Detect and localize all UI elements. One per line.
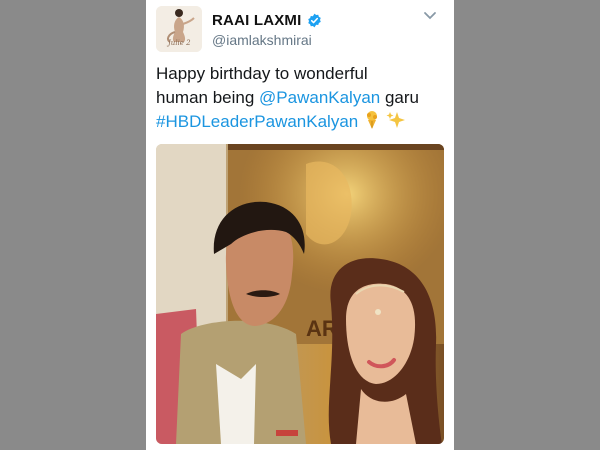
mention-link[interactable]: @PawanKalyan bbox=[259, 88, 380, 107]
tweet-text: Happy birthday to wonderful human being … bbox=[156, 62, 448, 137]
avatar-caption: Julie 2 bbox=[168, 39, 191, 47]
chevron-down-icon[interactable] bbox=[423, 11, 437, 21]
handle[interactable]: @iamlakshmirai bbox=[212, 32, 312, 48]
bouquet-emoji-icon bbox=[363, 110, 381, 137]
verified-badge-icon bbox=[307, 13, 322, 28]
tweet-card: Julie 2 RAAI LAXMI @iamlakshmirai Happy … bbox=[146, 0, 454, 450]
tweet-text-suffix: garu bbox=[380, 88, 419, 107]
display-name[interactable]: RAAI LAXMI bbox=[212, 12, 302, 29]
tweet-line-1: Happy birthday to wonderful bbox=[156, 64, 368, 83]
tweet-photo[interactable]: AR I bbox=[156, 144, 444, 444]
tweet-line-2: human being @PawanKalyan garu bbox=[156, 86, 448, 110]
selfie-image: AR I bbox=[156, 144, 444, 444]
hashtag-link[interactable]: #HBDLeaderPawanKalyan bbox=[156, 112, 358, 131]
tweet-line-3: #HBDLeaderPawanKalyan bbox=[156, 110, 448, 137]
tweet-text-prefix: human being bbox=[156, 88, 260, 107]
avatar[interactable]: Julie 2 bbox=[156, 6, 202, 52]
author-row: RAAI LAXMI bbox=[212, 10, 322, 30]
sparkles-emoji-icon bbox=[386, 110, 406, 137]
